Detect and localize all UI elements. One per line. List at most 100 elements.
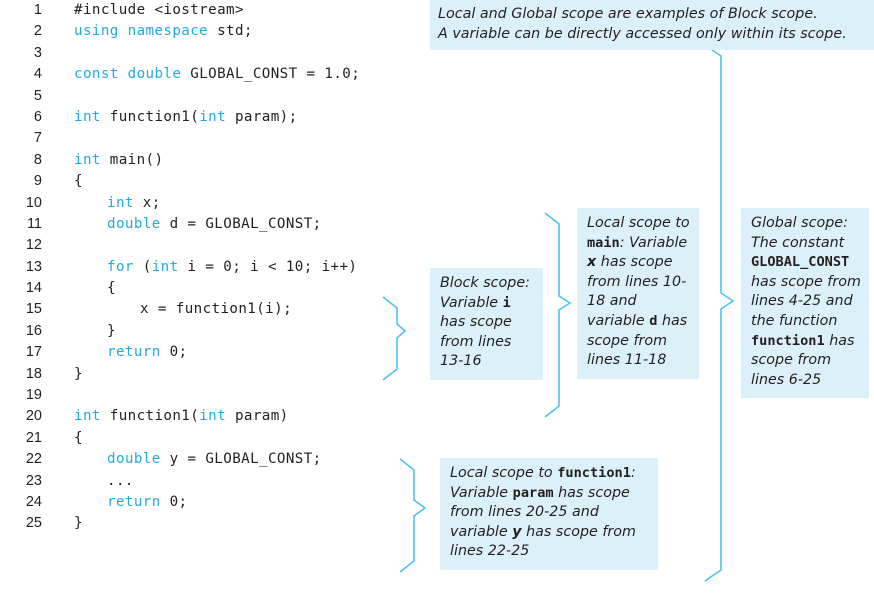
line-number: 14 bbox=[25, 280, 42, 297]
code-line: 1 #include <iostream> bbox=[0, 0, 440, 21]
line-number: 24 bbox=[25, 493, 42, 510]
code-token: y = GLOBAL_CONST; bbox=[160, 451, 322, 468]
code-line: 7 bbox=[0, 128, 440, 149]
code-text: { bbox=[74, 428, 83, 449]
code-keyword: return bbox=[107, 493, 161, 510]
code-token: } bbox=[74, 515, 83, 532]
callout-function1-scope-code-1: function1 bbox=[557, 465, 631, 481]
callout-global-scope-body-1: The constant bbox=[751, 234, 845, 251]
line-number: 3 bbox=[33, 44, 42, 61]
code-line: 21 { bbox=[0, 428, 440, 449]
code-text: int x; bbox=[107, 193, 161, 214]
code-text: double y = GLOBAL_CONST; bbox=[107, 449, 322, 470]
code-token: GLOBAL_CONST = 1.0; bbox=[181, 66, 361, 83]
code-keyword: double bbox=[107, 215, 161, 232]
code-keyword: using namespace bbox=[74, 23, 209, 40]
line-number: 9 bbox=[33, 173, 42, 190]
code-text: const double GLOBAL_CONST = 1.0; bbox=[74, 64, 360, 85]
code-token: } bbox=[74, 365, 83, 382]
code-token: x = function1(i); bbox=[140, 301, 293, 318]
line-number: 22 bbox=[25, 451, 42, 468]
code-text: double d = GLOBAL_CONST; bbox=[107, 214, 322, 235]
line-number: 23 bbox=[25, 472, 42, 489]
callout-function1-scope-code-3: y bbox=[512, 523, 522, 540]
code-line: 13 for (int i = 0; i < 10; i++) bbox=[0, 257, 440, 278]
code-token: { bbox=[74, 173, 83, 190]
callout-global-scope-body-2: has scope from lines 4-25 and the functi… bbox=[751, 273, 861, 329]
line-number: 2 bbox=[33, 23, 42, 40]
code-line: 20 int function1(int param) bbox=[0, 406, 440, 427]
code-token: 0; bbox=[160, 344, 188, 361]
code-keyword: int bbox=[74, 151, 101, 168]
code-token: function1( bbox=[100, 108, 200, 125]
callout-main-scope-body-1: Variable bbox=[629, 234, 688, 251]
line-number: 25 bbox=[25, 515, 42, 532]
code-text: #include <iostream> bbox=[74, 0, 244, 21]
code-line: 12 bbox=[0, 235, 440, 256]
code-text: { bbox=[107, 278, 116, 299]
line-number: 12 bbox=[25, 237, 42, 254]
line-number: 6 bbox=[33, 108, 42, 125]
code-token: ... bbox=[107, 472, 134, 489]
line-number: 13 bbox=[25, 258, 42, 275]
code-token: param) bbox=[226, 408, 289, 425]
code-keyword: for bbox=[107, 258, 134, 275]
code-token: #include <iostream> bbox=[74, 2, 244, 18]
code-text: using namespace std; bbox=[74, 21, 253, 42]
line-number: 18 bbox=[25, 365, 42, 382]
code-text: int function1(int param) bbox=[74, 406, 289, 427]
code-token: main() bbox=[100, 151, 164, 168]
callout-block-scope: Block scope: Variable i has scope from l… bbox=[430, 268, 543, 380]
code-line: 15 x = function1(i); bbox=[0, 299, 440, 320]
line-number: 15 bbox=[25, 301, 42, 318]
code-line: 2 using namespace std; bbox=[0, 21, 440, 42]
code-keyword: int bbox=[74, 108, 101, 125]
code-line: 19 bbox=[0, 385, 440, 406]
line-number: 11 bbox=[26, 215, 42, 232]
code-line: 17 return 0; bbox=[0, 342, 440, 363]
code-token: function1( bbox=[100, 408, 200, 425]
callout-main-scope-title-2: : bbox=[619, 234, 625, 251]
code-keyword: int bbox=[107, 194, 134, 211]
code-line: 11 double d = GLOBAL_CONST; bbox=[0, 214, 440, 235]
code-keyword: int bbox=[199, 408, 227, 425]
code-keyword: int bbox=[199, 108, 227, 125]
code-token: std; bbox=[208, 23, 253, 40]
code-text: int function1(int param); bbox=[74, 107, 298, 128]
line-number: 16 bbox=[25, 322, 42, 339]
line-number: 10 bbox=[25, 194, 42, 211]
line-number: 17 bbox=[25, 344, 42, 361]
callout-block-scope-body-2: has scope from lines 13-16 bbox=[440, 314, 512, 370]
code-line: 18} bbox=[0, 364, 440, 385]
code-line: 9{ bbox=[0, 171, 440, 192]
code-line: 6 int function1(int param); bbox=[0, 107, 440, 128]
code-token: 0; bbox=[160, 493, 188, 510]
callout-global-scope: Global scope: The constant GLOBAL_CONST … bbox=[741, 208, 869, 399]
code-keyword: double bbox=[107, 451, 161, 468]
callout-main-scope-code-1: main bbox=[587, 234, 620, 251]
code-line: 4 const double GLOBAL_CONST = 1.0; bbox=[0, 64, 440, 85]
code-line: 14 { bbox=[0, 278, 440, 299]
code-text: ... bbox=[107, 471, 134, 492]
code-token: { bbox=[74, 429, 83, 446]
line-number: 4 bbox=[33, 66, 42, 83]
callout-global-scope-title: Global scope: bbox=[751, 215, 848, 231]
line-number: 8 bbox=[33, 151, 42, 168]
code-token: param); bbox=[226, 108, 298, 125]
callout-top-note-line2: A variable can be directly accessed only… bbox=[438, 25, 847, 42]
code-text: } bbox=[74, 364, 83, 385]
line-number: 5 bbox=[33, 87, 42, 104]
code-token: d = GLOBAL_CONST; bbox=[160, 215, 322, 232]
code-text: for (int i = 0; i < 10; i++) bbox=[107, 257, 357, 278]
callout-main-scope-title: Local scope to bbox=[587, 215, 690, 231]
callout-main-scope-code-2: x bbox=[587, 254, 597, 271]
code-text: { bbox=[74, 171, 83, 192]
code-text: int main() bbox=[74, 150, 163, 171]
code-line: 3 bbox=[0, 43, 440, 64]
code-line: 24 return 0; bbox=[0, 492, 440, 513]
code-line: 16} bbox=[0, 321, 440, 342]
callout-function1-scope-code-2: param bbox=[512, 484, 554, 501]
bracket-main-scope bbox=[544, 212, 572, 418]
code-keyword: int bbox=[151, 258, 179, 275]
callout-main-scope: Local scope to main: Variable x has scop… bbox=[577, 208, 699, 379]
